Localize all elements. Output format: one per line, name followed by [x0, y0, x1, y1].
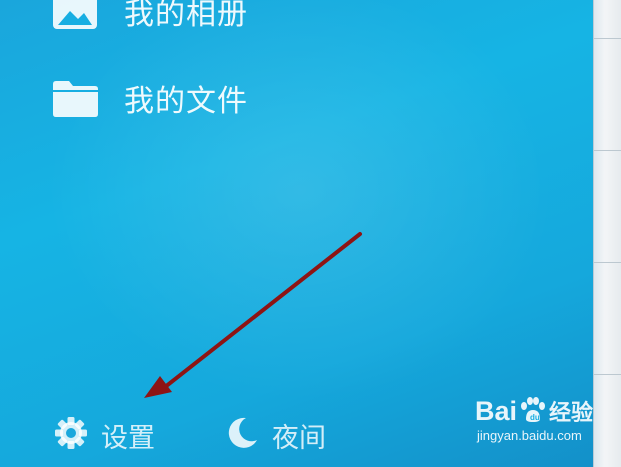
moon-icon [224, 415, 260, 455]
watermark-brand: Bai [475, 396, 518, 426]
watermark-brand-suffix: 经验 [549, 401, 594, 426]
night-mode-button[interactable]: 夜间 [224, 415, 326, 455]
menu-item-label: 我的文件 [124, 84, 248, 119]
menu-item-label: 我的相册 [124, 0, 248, 32]
menu-item-files[interactable]: 我的文件 [52, 78, 248, 119]
folder-icon [52, 78, 98, 118]
night-mode-label: 夜间 [272, 422, 326, 454]
gear-icon [53, 415, 89, 455]
menu-item-album[interactable]: 我的相册 [52, 0, 248, 32]
settings-button[interactable]: 设置 [53, 415, 155, 455]
settings-label: 设置 [101, 422, 155, 454]
watermark-logo: Bai du 经验 [475, 395, 593, 427]
svg-text:du: du [530, 413, 540, 422]
content-edge [593, 0, 621, 467]
watermark-url: jingyan.baidu.com [477, 428, 582, 443]
paw-icon: du [517, 397, 547, 423]
baidu-jingyan-watermark: Bai du 经验 jingyan.baidu.com [463, 395, 593, 445]
image-icon [52, 0, 98, 31]
drawer-panel: 我的相册 我的文件 设置 夜间 Bai du 经验 jingyan.baidu.… [0, 0, 621, 467]
